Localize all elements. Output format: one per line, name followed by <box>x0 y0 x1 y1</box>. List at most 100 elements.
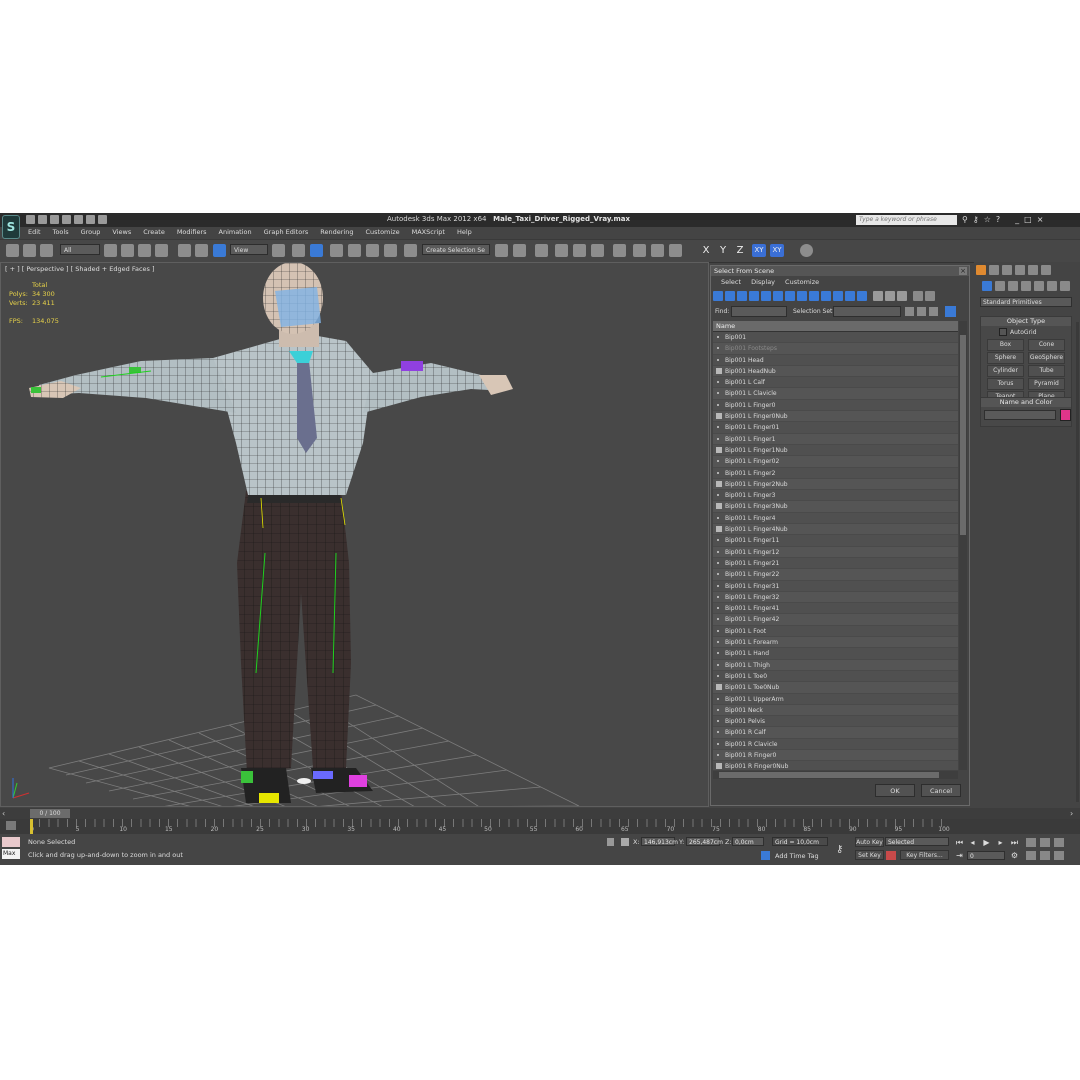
shapes-category-icon[interactable] <box>995 281 1005 291</box>
menu-help[interactable]: Help <box>451 227 478 238</box>
menu-group[interactable]: Group <box>75 227 107 238</box>
pan-view-icon[interactable] <box>1040 851 1050 860</box>
dialog-menu-select[interactable]: Select <box>721 276 741 288</box>
autogrid-check-box[interactable] <box>999 328 1007 336</box>
angle-snap-icon[interactable] <box>348 244 361 257</box>
object-name-input[interactable] <box>984 410 1056 420</box>
list-item[interactable]: Bip001 L Finger21 <box>713 558 958 570</box>
command-panel-scrollbar[interactable] <box>1076 322 1079 802</box>
list-item[interactable]: Bip001 R Clavicle <box>713 739 958 750</box>
list-hscroll-thumb[interactable] <box>719 772 939 778</box>
lock-selection-icon[interactable] <box>607 838 614 846</box>
goto-start-icon[interactable]: ⏮ <box>955 838 964 847</box>
geometry-category-icon[interactable] <box>982 281 992 291</box>
zoom-icon[interactable] <box>1026 838 1036 847</box>
window-crossing-icon[interactable] <box>155 244 168 257</box>
save-file-icon[interactable] <box>50 215 59 224</box>
display-shapes-icon[interactable] <box>725 291 735 301</box>
time-tag-icon[interactable] <box>761 851 770 860</box>
goto-end-icon[interactable]: ⏭ <box>1010 838 1019 847</box>
select-by-name-icon[interactable] <box>121 244 134 257</box>
list-item[interactable]: Bip001 L Toe0Nub <box>713 682 958 694</box>
list-item[interactable]: Bip001 L Finger41 <box>713 603 958 615</box>
hierarchy-tab-icon[interactable] <box>1002 265 1012 275</box>
menu-maxscript[interactable]: MAXScript <box>406 227 451 238</box>
list-item[interactable]: Bip001 <box>713 332 958 344</box>
project-folder-icon[interactable] <box>98 215 107 224</box>
next-frame-icon[interactable]: ▸ <box>996 838 1005 847</box>
list-item[interactable]: Bip001 Head <box>713 355 958 366</box>
reference-coordinate-dropdown[interactable]: View <box>230 244 268 255</box>
select-object-icon[interactable] <box>104 244 117 257</box>
list-item[interactable]: Bip001 L Finger01 <box>713 422 958 434</box>
3dsmax-logo-icon[interactable]: S <box>2 215 20 239</box>
spinner-snap-icon[interactable] <box>384 244 397 257</box>
list-item[interactable]: Bip001 L Finger11 <box>713 535 958 547</box>
list-item[interactable]: Bip001 L Finger2 <box>713 468 958 479</box>
list-item[interactable]: Bip001 L Finger1Nub <box>713 445 958 457</box>
hold-icon[interactable] <box>86 215 95 224</box>
list-item[interactable]: Bip001 L Foot <box>713 626 958 638</box>
cylinder-button[interactable]: Cylinder <box>987 365 1024 377</box>
rectangle-selection-icon[interactable] <box>138 244 151 257</box>
menu-rendering[interactable]: Rendering <box>314 227 359 238</box>
box-button[interactable]: Box <box>987 339 1024 351</box>
maxscript-input[interactable]: Max <box>2 849 20 859</box>
menu-graph-editors[interactable]: Graph Editors <box>258 227 315 238</box>
move-icon[interactable] <box>178 244 191 257</box>
list-item[interactable]: Bip001 L Finger3Nub <box>713 501 958 513</box>
absolute-mode-icon[interactable] <box>621 838 629 846</box>
selection-filter-dropdown[interactable]: All <box>60 244 100 255</box>
redo-icon[interactable] <box>74 215 83 224</box>
orbit-icon[interactable] <box>1054 851 1064 860</box>
list-item[interactable]: Bip001 L Clavicle <box>713 388 958 400</box>
add-time-tag-label[interactable]: Add Time Tag <box>775 852 819 860</box>
material-editor-icon[interactable] <box>613 244 626 257</box>
axis-xy-cycle-button[interactable]: XY <box>770 244 784 257</box>
name-and-color-header[interactable]: Name and Color <box>981 398 1071 407</box>
display-hidden-icon[interactable] <box>845 291 855 301</box>
time-slider-track[interactable]: 0 / 100 ‹ › <box>0 808 1080 819</box>
mirror-icon[interactable] <box>495 244 508 257</box>
list-vscroll-thumb[interactable] <box>960 335 966 535</box>
character-model[interactable] <box>1 263 709 807</box>
axis-z-button[interactable]: Z <box>733 244 747 257</box>
list-item[interactable]: Bip001 R Finger0Nub <box>713 761 958 770</box>
viewport-background-icon[interactable] <box>800 244 813 257</box>
time-configuration-icon[interactable]: ⚙ <box>1010 851 1019 860</box>
unlink-icon[interactable] <box>23 244 36 257</box>
named-selection-set-dropdown[interactable]: Create Selection Se <box>422 244 490 255</box>
field-of-view-icon[interactable] <box>1026 851 1036 860</box>
menu-animation[interactable]: Animation <box>213 227 258 238</box>
list-item[interactable]: Bip001 R Finger0 <box>713 749 958 762</box>
key-mode-icon[interactable]: ⚷ <box>836 844 843 855</box>
scene-object-list[interactable]: Name Bip001 Bip001 Footsteps Bip001 Head Bi… <box>713 321 958 770</box>
list-item[interactable]: Bip001 L Hand <box>713 648 958 660</box>
list-item[interactable]: Bip001 L Finger1 <box>713 433 958 445</box>
axis-y-button[interactable]: Y <box>716 244 730 257</box>
select-invert-icon[interactable] <box>897 291 907 301</box>
list-item[interactable]: Bip001 L Toe0 <box>713 671 958 683</box>
bind-spacewarp-icon[interactable] <box>40 244 53 257</box>
align-icon[interactable] <box>513 244 526 257</box>
create-tab-icon[interactable] <box>976 265 986 275</box>
time-slider[interactable]: 0 / 100 <box>30 809 70 818</box>
list-item[interactable]: Bip001 L Finger3 <box>713 490 958 502</box>
pyramid-button[interactable]: Pyramid <box>1028 378 1065 390</box>
y-coordinate-field[interactable]: 265,487cm <box>686 837 723 846</box>
select-none-icon[interactable] <box>885 291 895 301</box>
help-icon[interactable]: ? <box>996 215 1000 224</box>
display-tab-icon[interactable] <box>1028 265 1038 275</box>
list-item[interactable]: Bip001 L Finger0 <box>713 400 958 412</box>
list-item[interactable]: Bip001 Pelvis <box>713 716 958 728</box>
list-item[interactable]: Bip001 L Calf <box>713 377 958 389</box>
display-geometry-icon[interactable] <box>713 291 723 301</box>
display-helpers-icon[interactable] <box>761 291 771 301</box>
star-icon[interactable]: ☆ <box>984 215 991 224</box>
time-next-arrow-icon[interactable]: › <box>1070 809 1073 818</box>
find-input[interactable] <box>731 306 787 317</box>
z-coordinate-field[interactable]: 0,0cm <box>732 837 764 846</box>
display-containers-icon[interactable] <box>821 291 831 301</box>
list-item[interactable]: Bip001 L Finger4 <box>713 513 958 525</box>
dialog-menu-customize[interactable]: Customize <box>785 276 819 288</box>
